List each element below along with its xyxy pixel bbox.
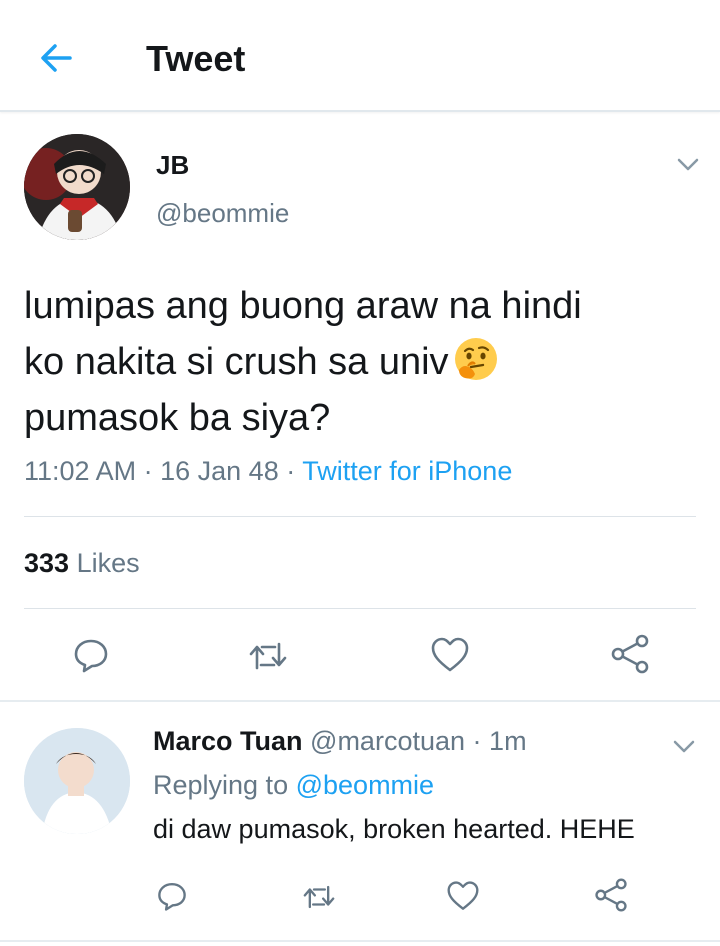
retweet-button[interactable] (302, 882, 336, 917)
reply-time: 1m (489, 726, 527, 756)
divider (24, 516, 696, 517)
likes-count: 333 (24, 548, 70, 578)
reply-user-name[interactable]: Marco Tuan (153, 726, 303, 756)
reply-text: di daw pumasok, broken hearted. HEHE (153, 814, 635, 844)
replying-to-mention[interactable]: @beommie (296, 770, 434, 800)
thinking-face-emoji-icon (454, 338, 497, 380)
section-divider (0, 700, 720, 702)
tweet-source-link[interactable]: Twitter for iPhone (302, 456, 512, 486)
arrow-left-icon (41, 44, 72, 72)
tweet-text-line: lumipas ang buong araw na hindi (24, 285, 582, 327)
top-bar: Tweet (0, 0, 720, 112)
like-button[interactable] (430, 636, 470, 679)
chevron-down-icon (677, 158, 699, 171)
meta-separator: · (286, 456, 296, 486)
tweet-text-line: pumasok ba siya? (24, 397, 331, 439)
share-button[interactable] (610, 634, 650, 679)
tweet-meta: 11:02 AM · 16 Jan 48 · Twitter for iPhon… (24, 456, 512, 487)
avatar[interactable] (24, 728, 130, 834)
reply-button[interactable] (72, 636, 110, 679)
like-icon (447, 881, 479, 910)
replying-prefix: Replying to (153, 770, 289, 800)
meta-separator: · (472, 726, 482, 756)
avatar-photo (24, 134, 130, 240)
likes-label: Likes (76, 548, 140, 578)
tweet-time: 11:02 AM (24, 456, 137, 486)
share-icon (595, 878, 627, 912)
retweet-button[interactable] (248, 638, 288, 679)
retweet-icon (303, 885, 335, 909)
user-name[interactable]: JB (156, 150, 189, 181)
back-button[interactable] (36, 38, 76, 78)
reply-icon (74, 639, 108, 673)
user-handle[interactable]: @beommie (156, 198, 289, 229)
section-divider (0, 940, 720, 942)
replying-to: Replying to @beommie (153, 770, 434, 801)
reply-icon (158, 883, 186, 911)
tweet-text-line: ko nakita si crush sa univ (24, 341, 449, 383)
chevron-down-icon (673, 740, 695, 753)
share-button[interactable] (594, 878, 628, 917)
tweet-text-line-with-emoji: ko nakita si crush sa univ (24, 334, 684, 390)
reply-button[interactable] (156, 880, 188, 917)
share-icon (611, 634, 649, 674)
divider (24, 608, 696, 609)
avatar[interactable] (24, 134, 130, 240)
meta-separator: · (143, 456, 153, 486)
avatar-photo (24, 728, 130, 834)
tweet-menu-button[interactable] (674, 150, 702, 178)
tweet-text: lumipas ang buong araw na hindi ko nakit… (24, 278, 684, 446)
reply-header: Marco Tuan @marcotuan · 1m (153, 726, 527, 757)
retweet-icon (249, 642, 287, 670)
page-title: Tweet (146, 38, 246, 79)
tweet-date: 16 Jan 48 (160, 456, 279, 486)
like-icon (431, 637, 469, 672)
likes-stat[interactable]: 333 Likes (24, 548, 140, 579)
reply-user-handle[interactable]: @marcotuan (310, 726, 465, 756)
like-button[interactable] (446, 880, 480, 917)
reply-menu-button[interactable] (670, 732, 698, 760)
